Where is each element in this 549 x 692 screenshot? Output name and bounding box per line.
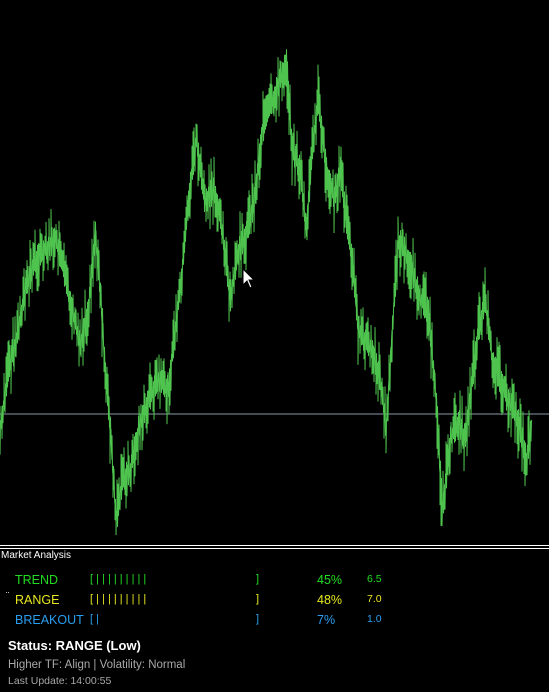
price-line: [0, 49, 533, 536]
trend-strength-bar-end: ]: [256, 573, 260, 585]
range-row: ¨ RANGE [ | | | | | | | | | ] 48% 7.0: [0, 591, 549, 611]
market-status: Status: RANGE (Low): [8, 638, 141, 653]
panel-title: Market Analysis: [1, 550, 72, 561]
range-score: 7.0: [367, 593, 382, 605]
breakout-score: 1.0: [367, 613, 382, 625]
trend-percent: 45%: [317, 573, 343, 587]
market-analysis-panel: Market Analysis TREND [ | | | | | | | | …: [0, 549, 549, 692]
higher-timeframe-info: Higher TF: Align | Volatility: Normal: [8, 659, 186, 671]
price-chart-svg: [0, 49, 549, 536]
breakout-label: BREAKOUT: [15, 613, 84, 627]
price-chart[interactable]: [0, 0, 549, 545]
breakout-row: BREAKOUT [ | ] 7% 1.0: [0, 613, 549, 631]
breakout-strength-bar-end: ]: [256, 613, 260, 625]
row-marker: ¨: [6, 591, 10, 602]
trend-strength-bar: [ | | | | | | | | |: [90, 573, 147, 585]
range-label: RANGE: [15, 593, 60, 607]
trend-label: TREND: [15, 573, 59, 587]
range-percent: 48%: [317, 593, 343, 607]
breakout-strength-bar: [ |: [90, 613, 99, 625]
mouse-pointer-icon: [242, 267, 256, 295]
trend-score: 6.5: [367, 573, 382, 585]
range-strength-bar-end: ]: [256, 593, 260, 605]
panel-divider: [0, 545, 549, 546]
last-update-time: Last Update: 14:00:55: [8, 675, 112, 687]
trend-row: TREND [ | | | | | | | | | ] 45% 6.5: [0, 573, 549, 591]
range-strength-bar: [ | | | | | | | | |: [90, 593, 147, 605]
breakout-percent: 7%: [317, 613, 336, 627]
